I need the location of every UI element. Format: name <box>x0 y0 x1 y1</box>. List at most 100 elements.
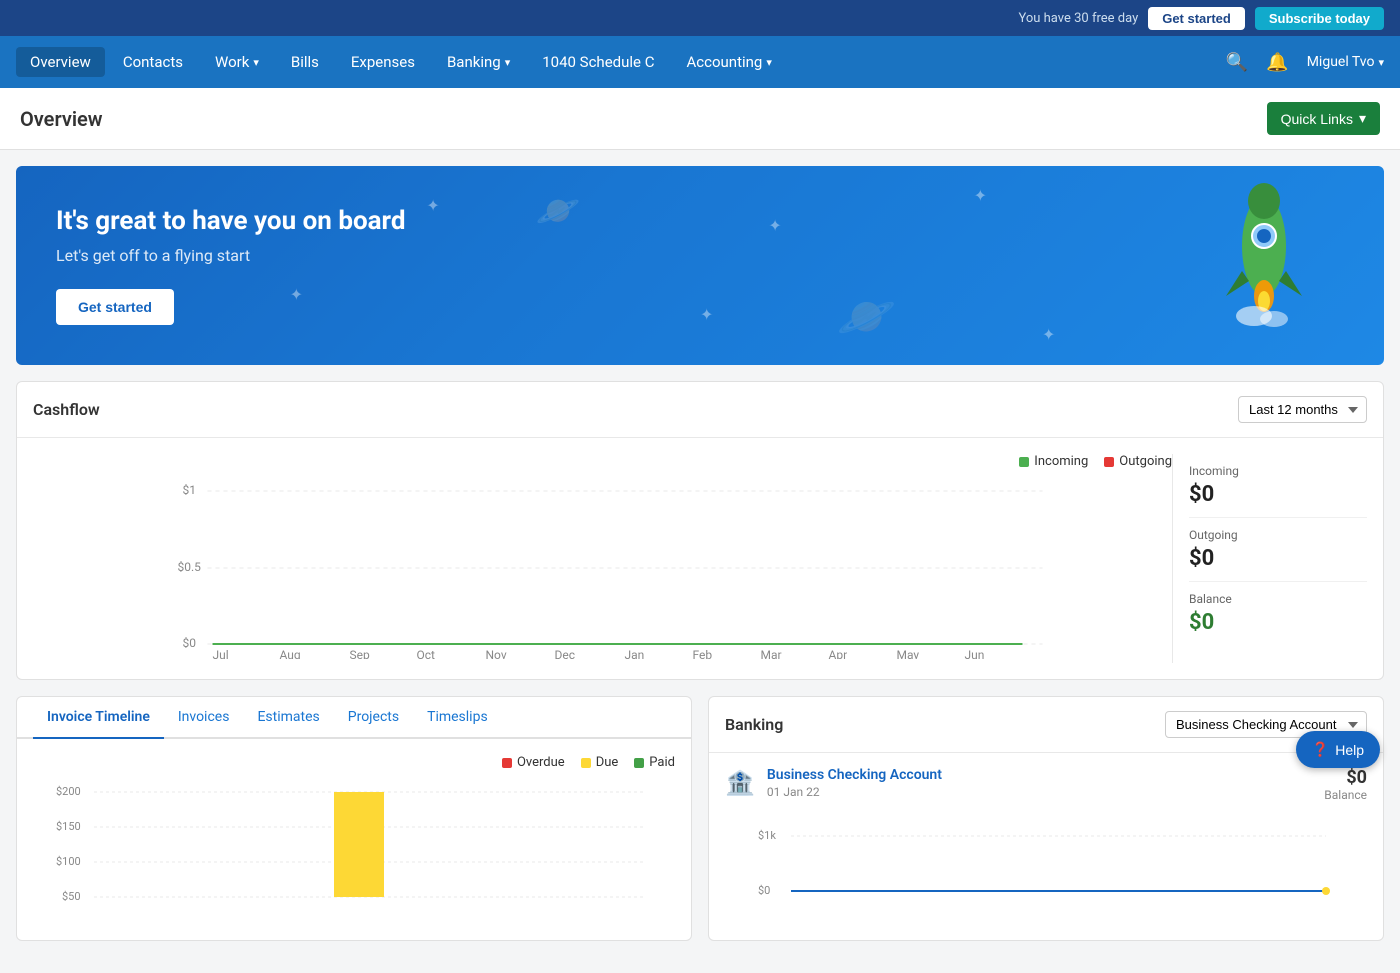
legend-outgoing: Outgoing <box>1104 454 1172 469</box>
cashflow-stats-sidebar: Incoming $0 Outgoing $0 Balance $0 <box>1172 454 1367 663</box>
planet-ring-decoration: 🪐 <box>837 288 897 345</box>
nav-right: 🔍 🔔 Miguel Tvo ▾ <box>1226 52 1384 73</box>
help-circle-icon: ❓ <box>1312 741 1329 758</box>
legend-paid: Paid <box>634 755 675 770</box>
legend-incoming: Incoming <box>1019 454 1088 469</box>
cashflow-header: Cashflow Last 12 months Last 6 months La… <box>17 382 1383 438</box>
invoice-tabs: Invoice Timeline Invoices Estimates Proj… <box>17 697 691 739</box>
svg-text:Feb: Feb <box>693 648 713 659</box>
outgoing-stat: Outgoing $0 <box>1189 518 1367 582</box>
tab-invoice-timeline[interactable]: Invoice Timeline <box>33 697 164 739</box>
tab-estimates[interactable]: Estimates <box>243 697 333 739</box>
paid-label: Paid <box>649 755 675 770</box>
planet-decoration: 🪐 <box>536 190 581 232</box>
search-icon[interactable]: 🔍 <box>1226 52 1248 73</box>
svg-text:Nov: Nov <box>486 648 507 659</box>
due-dot <box>581 758 591 768</box>
cashflow-card: Cashflow Last 12 months Last 6 months La… <box>16 381 1384 680</box>
banner-subtitle: Let's get off to a flying start <box>56 246 1344 265</box>
outgoing-stat-value: $0 <box>1189 546 1367 571</box>
get-started-topbar-button[interactable]: Get started <box>1148 7 1245 30</box>
subscribe-button[interactable]: Subscribe today <box>1255 7 1384 30</box>
svg-text:Jun: Jun <box>965 648 985 659</box>
incoming-dot <box>1019 457 1029 467</box>
invoice-timeline-card: Invoice Timeline Invoices Estimates Proj… <box>16 696 692 941</box>
cashflow-legend: Incoming Outgoing <box>33 454 1172 469</box>
svg-text:$200: $200 <box>56 785 81 798</box>
account-balance: $0 Balance <box>1324 767 1367 802</box>
star-decoration: ✦ <box>290 285 303 304</box>
svg-text:Oct: Oct <box>417 648 436 659</box>
cashflow-chart-main: Incoming Outgoing $1 $0.5 $0 <box>33 454 1172 663</box>
top-bar: You have 30 free day Get started Subscri… <box>0 0 1400 36</box>
rocket-decoration <box>1164 176 1364 340</box>
svg-text:$50: $50 <box>62 890 81 903</box>
user-menu[interactable]: Miguel Tvo ▾ <box>1307 54 1384 70</box>
banking-chevron-icon: ▾ <box>505 56 511 69</box>
welcome-banner: ✦ ✦ ✦ ✦ ✦ ✦ 🪐 🪐 It's great to have you o… <box>16 166 1384 365</box>
nav-item-overview[interactable]: Overview <box>16 47 105 77</box>
star-decoration: ✦ <box>1042 325 1055 344</box>
cashflow-title: Cashflow <box>33 400 100 419</box>
invoice-svg-chart: $200 $150 $100 $50 <box>33 780 675 920</box>
nav-item-bills[interactable]: Bills <box>277 47 333 77</box>
help-button[interactable]: ❓ Help <box>1296 731 1380 768</box>
nav-item-work[interactable]: Work ▾ <box>201 47 273 77</box>
svg-text:Mar: Mar <box>761 648 782 659</box>
outgoing-label: Outgoing <box>1119 454 1172 469</box>
due-label: Due <box>596 755 619 770</box>
banking-account-row: 🏦 Business Checking Account 01 Jan 22 $0… <box>709 753 1383 816</box>
tab-timeslips[interactable]: Timeslips <box>413 697 502 739</box>
main-content: Cashflow Last 12 months Last 6 months La… <box>0 381 1400 973</box>
balance-stat-label: Balance <box>1189 592 1367 606</box>
outgoing-dot <box>1104 457 1114 467</box>
svg-text:$100: $100 <box>56 855 81 868</box>
balance-stat-value: $0 <box>1189 610 1367 635</box>
nav-item-accounting[interactable]: Accounting ▾ <box>672 47 785 77</box>
star-decoration: ✦ <box>768 216 781 235</box>
banking-svg-chart: $1k $0 <box>725 824 1367 904</box>
svg-text:Aug: Aug <box>280 648 301 659</box>
bottom-panels: Invoice Timeline Invoices Estimates Proj… <box>16 696 1384 957</box>
svg-text:Jan: Jan <box>625 648 645 659</box>
free-days-text: You have 30 free day <box>1018 11 1138 26</box>
svg-text:$0.5: $0.5 <box>178 560 202 574</box>
svg-text:Dec: Dec <box>555 648 576 659</box>
notification-icon[interactable]: 🔔 <box>1266 52 1288 73</box>
star-decoration: ✦ <box>426 196 439 215</box>
balance-amount: $0 <box>1324 767 1367 788</box>
work-chevron-icon: ▾ <box>253 56 259 69</box>
legend-overdue: Overdue <box>502 755 565 770</box>
tab-projects[interactable]: Projects <box>334 697 413 739</box>
svg-text:Jul: Jul <box>213 648 229 659</box>
paid-dot <box>634 758 644 768</box>
bank-icon: 🏦 <box>725 769 755 797</box>
quick-links-chevron-icon: ▾ <box>1359 110 1366 127</box>
banner-title: It's great to have you on board <box>56 206 1344 236</box>
svg-text:$1k: $1k <box>758 829 776 842</box>
banner-cta-button[interactable]: Get started <box>56 289 174 325</box>
page-header: Overview Quick Links ▾ <box>0 88 1400 150</box>
incoming-stat: Incoming $0 <box>1189 454 1367 518</box>
svg-text:Apr: Apr <box>829 648 848 659</box>
cashflow-period-select[interactable]: Last 12 months Last 6 months Last 3 mont… <box>1238 396 1367 423</box>
account-name[interactable]: Business Checking Account <box>767 767 942 783</box>
invoice-chart-area: Overdue Due Paid $200 $150 $100 <box>17 739 691 940</box>
incoming-stat-label: Incoming <box>1189 464 1367 478</box>
tab-invoices[interactable]: Invoices <box>164 697 244 739</box>
outgoing-stat-label: Outgoing <box>1189 528 1367 542</box>
nav-item-banking[interactable]: Banking ▾ <box>433 47 524 77</box>
cashflow-chart-area: Incoming Outgoing $1 $0.5 $0 <box>17 438 1383 679</box>
main-nav: Overview Contacts Work ▾ Bills Expenses … <box>0 36 1400 88</box>
svg-text:Sep: Sep <box>350 648 370 659</box>
quick-links-button[interactable]: Quick Links ▾ <box>1267 102 1380 135</box>
banking-title: Banking <box>725 715 783 734</box>
balance-stat: Balance $0 <box>1189 582 1367 645</box>
nav-item-expenses[interactable]: Expenses <box>337 47 429 77</box>
nav-item-schedule[interactable]: 1040 Schedule C <box>528 47 668 77</box>
nav-item-contacts[interactable]: Contacts <box>109 47 197 77</box>
balance-label: Balance <box>1324 788 1367 802</box>
svg-text:$0: $0 <box>183 636 197 650</box>
incoming-stat-value: $0 <box>1189 482 1367 507</box>
cashflow-svg-chart: $1 $0.5 $0 Jul Aug Sep Oct Nov Dec Jan F… <box>33 479 1172 659</box>
